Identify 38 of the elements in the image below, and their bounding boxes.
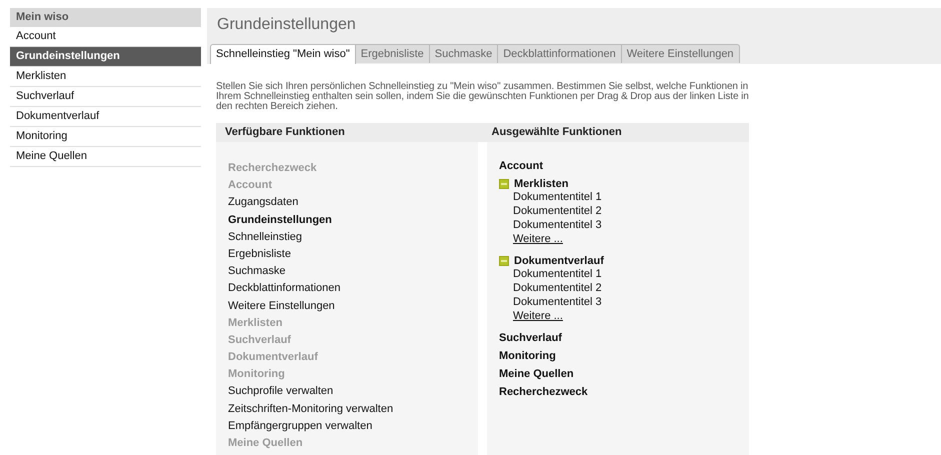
function-group[interactable]: Dokumentverlauf [514,255,604,267]
more-link[interactable]: Weitere ... [513,233,563,245]
document-title[interactable]: Dokumententitel 1 [513,190,602,204]
function-item[interactable]: Weitere Einstellungen [228,298,466,315]
function-group[interactable]: Recherchezweck [499,386,588,398]
document-title[interactable]: Dokumententitel 2 [513,281,602,295]
tab[interactable]: Schnelleinstieg "Mein wiso" [210,44,356,64]
function-item[interactable]: Suchprofile verwalten [228,383,466,401]
page-title: Grundeinstellungen [217,16,357,34]
function-group[interactable]: Account [499,160,543,172]
function-group[interactable]: Meine Quellen [499,368,574,380]
sidebar-item[interactable]: Grundeinstellungen [10,47,201,67]
tab[interactable]: Suchmaske [430,44,498,63]
function-item[interactable]: Suchmaske [228,263,466,280]
document-title[interactable]: Dokumententitel 2 [513,204,602,218]
function-item[interactable]: Ergebnisliste [228,246,466,264]
document-title[interactable]: Dokumententitel 1 [513,267,602,281]
document-title[interactable]: Dokumententitel 3 [513,295,602,309]
function-group[interactable]: Suchverlauf [499,332,562,344]
function-item[interactable]: Deckblattinformationen [228,280,466,298]
collapse-icon[interactable] [499,179,509,189]
document-title[interactable]: Dokumententitel 3 [513,218,602,232]
tab[interactable]: Ergebnisliste [356,44,430,63]
collapse-icon[interactable] [499,256,509,266]
function-item[interactable]: Schnelleinstieg [228,228,466,246]
more-link[interactable]: Weitere ... [513,310,563,322]
function-item[interactable]: Zugangsdaten [228,194,466,212]
description-text: Stellen Sie sich Ihren persönlichen Schnelleinstieg zu "Mein wiso" zusammen. Bestimmen Sie selbst, welche Funktionen in Ihrem Schnelleinstieg enthalten sein sollen, indem Sie die gewünschten Funktionen per Drag & Drop aus der linken Liste in den rechten Bereich ziehen. [216,82,750,112]
function-item[interactable]: Grundeinstellungen [228,212,466,229]
sidebar-title: Mein wiso [10,8,201,27]
function-item[interactable]: Zeitschriften-Monitoring verwalten [228,400,466,418]
column-title: Ausgewählte Funktionen [490,125,623,140]
function-item[interactable]: Empfängergruppen verwalten [228,418,466,435]
tab[interactable]: Deckblattinformationen [498,44,622,63]
function-group[interactable]: Monitoring [499,350,556,362]
function-group[interactable]: Merklisten [514,178,568,190]
tab[interactable]: Weitere Einstellungen [622,44,740,63]
column-title: Verfügbare Funktionen [224,125,346,140]
